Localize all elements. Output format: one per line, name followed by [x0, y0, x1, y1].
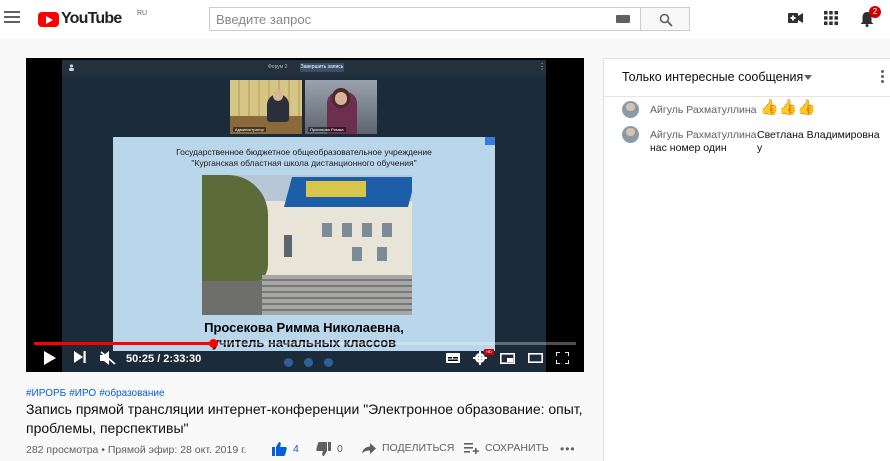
- video-frame: Форум 2 Завершить запись ⋮ Администратор…: [62, 60, 546, 372]
- dislike-count: 0: [337, 443, 343, 455]
- hashtags: #ИРОРБ #ИРО #образование: [26, 388, 168, 399]
- chevron-down-icon[interactable]: [804, 75, 812, 80]
- slide-line-1: Государственное бюджетное общеобразовате…: [176, 147, 432, 157]
- like-count: 4: [293, 443, 299, 455]
- participant-1-name: Администратор: [233, 127, 266, 132]
- search-input[interactable]: [210, 8, 605, 30]
- search-icon: [659, 13, 673, 27]
- progress-bar[interactable]: [34, 342, 576, 345]
- add-to-playlist-icon: [464, 442, 479, 454]
- save-label: СОХРАНИТЬ: [485, 442, 549, 454]
- hamburger-menu-icon[interactable]: [4, 11, 20, 25]
- speaker-name: Просекова Римма Николаевна,: [204, 320, 404, 335]
- conference-toolbar: Форум 2 Завершить запись ⋮: [62, 60, 546, 76]
- logo-region: RU: [137, 10, 148, 17]
- time-display: 50:25 / 2:33:30: [126, 353, 202, 365]
- more-actions-icon[interactable]: •••: [560, 442, 576, 456]
- logo-text: YouTube: [61, 10, 122, 27]
- slide-corner-marker: [485, 137, 495, 145]
- save-button[interactable]: СОХРАНИТЬ: [464, 442, 549, 454]
- youtube-play-icon: [38, 11, 59, 27]
- video-title: Запись прямой трансляции интернет-конфер…: [26, 401, 583, 436]
- thumbs-down-icon: [316, 442, 331, 456]
- search-button[interactable]: [641, 7, 690, 31]
- theater-mode-icon[interactable]: [528, 353, 543, 363]
- chat-message: Айгуль Рахматуллина Светлана Владимировн…: [622, 126, 887, 156]
- search-box: [209, 7, 641, 31]
- like-button[interactable]: 4: [272, 442, 299, 456]
- notification-count-badge: 2: [869, 6, 881, 18]
- chat-header: Только интересные сообщения: [604, 59, 890, 97]
- miniplayer-icon[interactable]: [500, 353, 515, 364]
- chat-more-icon[interactable]: [881, 70, 884, 85]
- slide-line-2: "Курганская областная школа дистанционно…: [191, 158, 417, 168]
- chat-author[interactable]: Айгуль Рахматуллина: [650, 129, 757, 141]
- share-label: ПОДЕЛИТЬСЯ: [382, 442, 455, 454]
- progress-played: [34, 342, 213, 345]
- conference-more-icon: ⋮: [538, 62, 546, 71]
- chat-message-text: Светлана Владимировна у: [757, 129, 880, 154]
- player-controls: 50:25 / 2:33:30 HD: [26, 346, 584, 372]
- keyboard-icon[interactable]: [616, 15, 630, 23]
- share-arrow-icon: [362, 442, 376, 454]
- hd-badge: HD: [484, 349, 494, 355]
- video-player[interactable]: Форум 2 Завершить запись ⋮ Администратор…: [26, 58, 584, 372]
- hashtag-link[interactable]: #образование: [99, 388, 164, 399]
- school-building-photo: [202, 175, 412, 315]
- masthead: YouTube RU 2: [0, 0, 890, 38]
- thumbs-up-icon: [272, 442, 287, 456]
- youtube-logo[interactable]: YouTube RU: [38, 10, 147, 27]
- stop-recording-button: Завершить запись: [300, 63, 344, 72]
- view-stats: 282 просмотра • Прямой эфир: 28 окт. 201…: [26, 444, 247, 456]
- chat-message: Айгуль Рахматуллина 👍👍👍: [622, 99, 887, 121]
- next-video-icon[interactable]: [74, 351, 86, 363]
- user-icon: [69, 64, 74, 71]
- presentation-slide: Государственное бюджетное общеобразовате…: [113, 137, 495, 351]
- participant-tile-2: Просекова Римма: [305, 80, 377, 134]
- hashtag-link[interactable]: #ИРОРБ: [26, 388, 66, 399]
- create-video-icon[interactable]: [788, 11, 803, 25]
- hashtag-link[interactable]: #ИРО: [69, 388, 96, 399]
- dislike-button[interactable]: 0: [316, 442, 343, 456]
- avatar[interactable]: [622, 101, 639, 118]
- live-chat-panel: Только интересные сообщения Айгуль Рахма…: [603, 58, 890, 461]
- participant-2-name: Просекова Римма: [308, 127, 346, 132]
- fullscreen-icon[interactable]: [556, 352, 569, 364]
- play-icon[interactable]: [44, 351, 56, 365]
- avatar[interactable]: [622, 126, 639, 143]
- participant-tile-1: Администратор: [230, 80, 302, 134]
- apps-grid-icon[interactable]: [824, 11, 838, 25]
- muted-volume-icon[interactable]: [100, 351, 116, 365]
- chat-message-text: нас номер один: [650, 142, 727, 154]
- chat-author[interactable]: Айгуль Рахматуллина: [650, 104, 757, 116]
- subtitles-icon[interactable]: [446, 353, 460, 363]
- share-button[interactable]: ПОДЕЛИТЬСЯ: [362, 442, 454, 454]
- thumbs-up-emoji-text: 👍👍👍: [760, 99, 817, 116]
- chat-mode-selector[interactable]: Только интересные сообщения: [622, 70, 803, 84]
- conference-label: Форум 2: [268, 64, 288, 70]
